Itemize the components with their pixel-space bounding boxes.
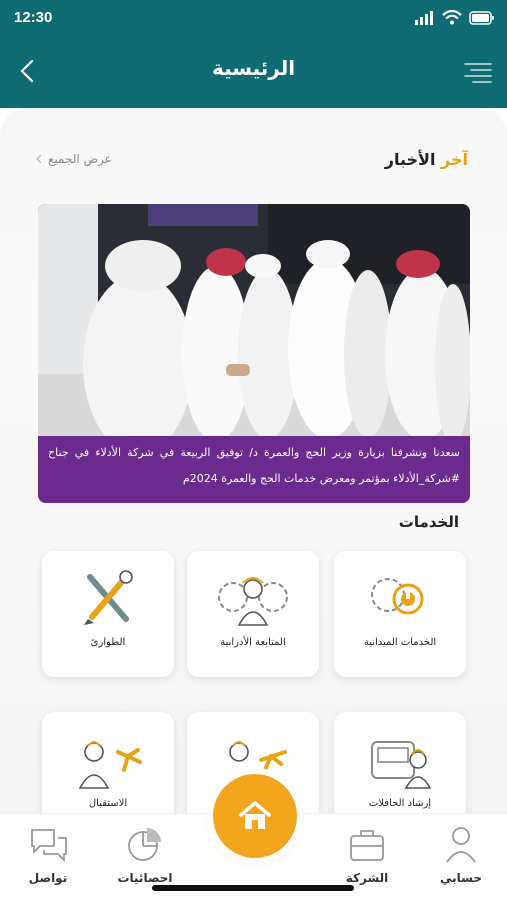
field-services-icon (371, 578, 424, 615)
briefcase-icon (350, 830, 384, 861)
service-label: الطوارئ (90, 637, 126, 648)
news-header: آخر الأخبار عرض الجميع (36, 150, 468, 174)
reception-icon (78, 741, 142, 789)
tab-account[interactable]: حسابي (416, 824, 506, 894)
chevron-left-icon (36, 154, 42, 164)
services-title: الخدمات (398, 513, 459, 531)
news-photo (38, 204, 470, 436)
service-emergency[interactable]: الطوارئ (42, 551, 174, 677)
wifi-icon (442, 10, 462, 25)
news-card[interactable]: سعدنا وتشرفنا بزيارة وزير الحج والعمرة د… (38, 204, 470, 503)
emergency-tools-icon (84, 570, 133, 625)
service-admin-followup[interactable]: المتابعة الأدرابية (187, 551, 319, 677)
news-caption: سعدنا وتشرفنا بزيارة وزير الحج والعمرة د… (38, 436, 470, 503)
battery-icon (469, 10, 494, 25)
view-all-link[interactable]: عرض الجميع (36, 152, 112, 166)
home-indicator (152, 885, 354, 891)
signal-icon (415, 10, 433, 25)
admin-followup-icon (218, 577, 288, 626)
page-title: الرئيسية (211, 56, 296, 80)
menu-button[interactable] (463, 60, 493, 86)
tab-company[interactable]: الشركة (322, 824, 412, 894)
chat-icon (31, 829, 67, 863)
user-icon (446, 827, 476, 863)
service-label: الخدمات الميدانية (363, 637, 437, 648)
tab-stats[interactable]: احصائيات (100, 824, 190, 894)
service-field-services[interactable]: الخدمات الميدانية (334, 551, 466, 677)
news-section-title: آخر الأخبار (384, 150, 468, 169)
service-label: إرشاد الحافلات (368, 798, 432, 809)
menu-icon (464, 63, 492, 83)
home-button[interactable] (213, 774, 297, 858)
tab-contact[interactable]: تواصل (3, 824, 93, 894)
bus-guidance-icon (371, 741, 432, 789)
service-label: المتابعة الأدرابية (220, 637, 286, 648)
home-icon (239, 801, 271, 829)
service-label: الاستقبال (88, 798, 128, 809)
status-bar: 12:30 (0, 0, 507, 38)
pie-chart-icon (128, 828, 161, 861)
status-time: 12:30 (14, 9, 53, 26)
app-header: 12:30 الرئيسية (0, 0, 507, 108)
